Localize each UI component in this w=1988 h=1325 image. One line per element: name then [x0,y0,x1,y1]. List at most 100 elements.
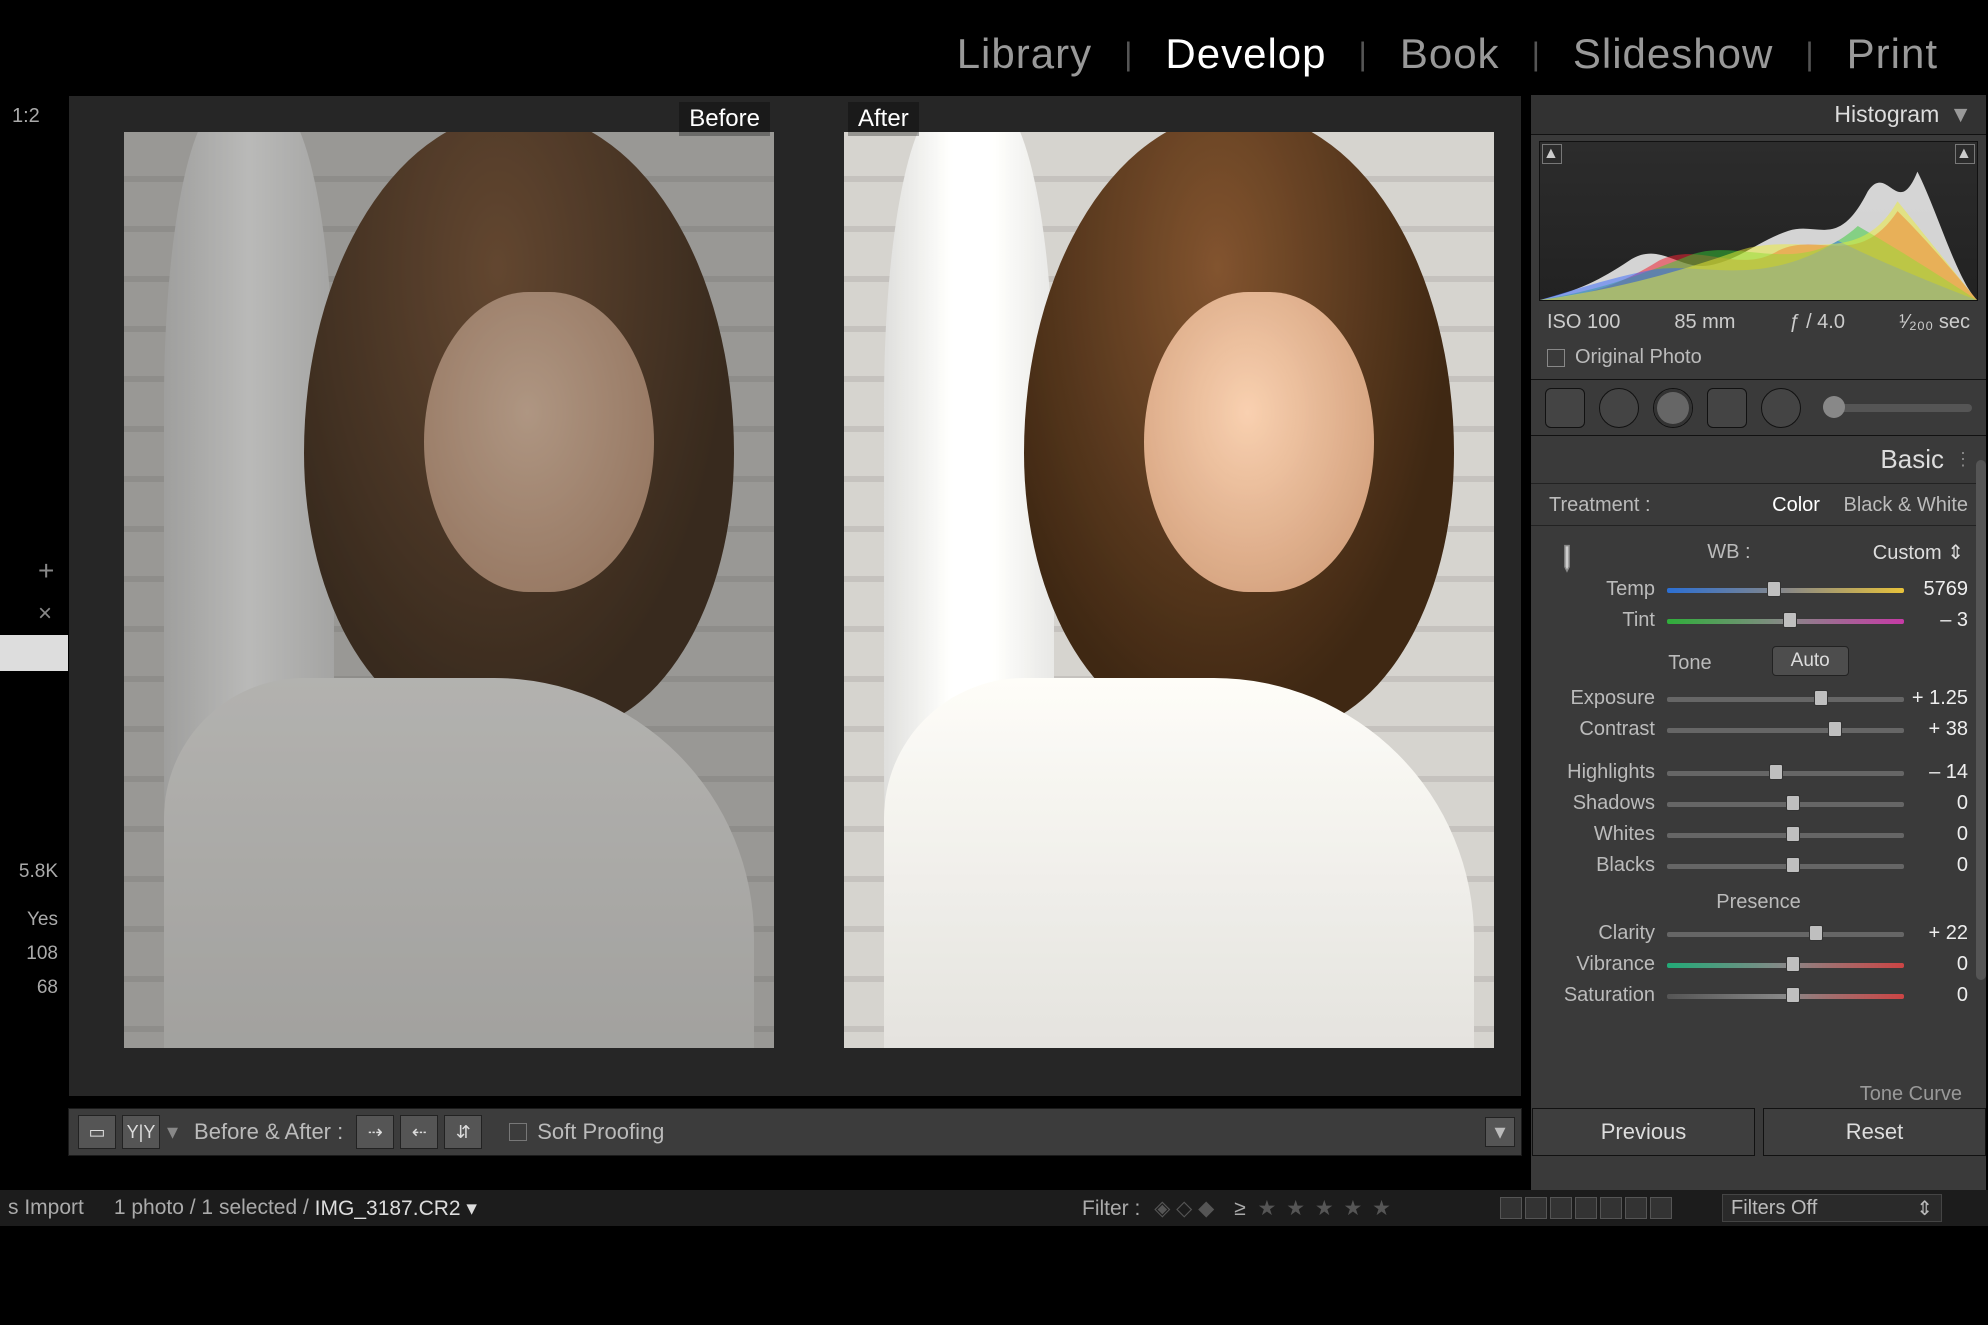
color-label-filter[interactable] [1500,1197,1672,1219]
grad-filter-tool[interactable] [1707,388,1747,428]
contrast-row: Contrast + 38 [1531,714,1986,745]
add-icon[interactable]: + [38,555,54,587]
wb-select[interactable]: Custom ⇕ [1873,540,1964,565]
temp-row: Temp 5769 [1531,574,1986,605]
zoom-ratio[interactable]: 1:2 [12,105,40,128]
shadows-value: 0 [1904,792,1968,815]
previous-button[interactable]: Previous [1532,1108,1755,1156]
treatment-bw[interactable]: Black & White [1844,494,1968,516]
navigator-strip: 1:2 + × 5.8K Yes 108 68 [0,95,68,1155]
shadows-row: Shadows 0 [1531,788,1986,819]
reset-button[interactable]: Reset [1763,1108,1986,1156]
saturation-value: 0 [1904,984,1968,1007]
before-photo [124,132,774,1048]
exif-shutter: ¹⁄₂₀₀ sec [1899,311,1970,334]
original-photo-row[interactable]: Original Photo [1531,340,1986,380]
rating-filter[interactable]: ★ ★ ★ ★ ★ [1258,1197,1393,1220]
before-label: Before [679,102,770,136]
compare-view-button[interactable]: Y|Y [122,1115,160,1149]
shadows-label: Shadows [1549,792,1667,815]
filters-off-select[interactable]: Filters Off⇕ [1722,1194,1942,1222]
exif-focal: 85 mm [1674,311,1735,334]
highlights-row: Highlights – 14 [1531,757,1986,788]
loupe-view-button[interactable]: ▭ [78,1115,116,1149]
preset-swatch[interactable] [0,635,68,671]
basic-header[interactable]: Basic⋮ [1531,436,1986,484]
exposure-value: + 1.25 [1904,687,1968,710]
tint-slider[interactable] [1667,616,1904,626]
swap-before-after-button[interactable]: ⇵ [444,1115,482,1149]
copy-before-to-after-button[interactable]: ⇢ [356,1115,394,1149]
treatment-color[interactable]: Color [1772,494,1820,516]
copy-after-to-before-button[interactable]: ⇠ [400,1115,438,1149]
local-tools-strip [1531,380,1986,436]
module-book[interactable]: Book [1400,30,1500,78]
nav-flash: Yes [0,903,58,937]
status-filename[interactable]: IMG_3187.CR2 ▾ [309,1196,477,1221]
module-library[interactable]: Library [957,30,1092,78]
histogram[interactable]: ▲ ▲ [1539,141,1978,301]
exif-row: ISO 100 85 mm ƒ / 4.0 ¹⁄₂₀₀ sec [1531,305,1986,340]
original-photo-checkbox[interactable] [1547,349,1565,367]
close-icon[interactable]: × [38,600,52,628]
saturation-row: Saturation 0 [1531,980,1986,1011]
flag-icons[interactable]: ◈ ◇ ◆ [1154,1197,1214,1220]
presence-label: Presence [1531,881,1986,918]
clarity-row: Clarity + 22 [1531,918,1986,949]
tint-row: Tint – 3 [1531,605,1986,636]
histogram-header[interactable]: Histogram▼ [1531,95,1986,135]
module-picker: Library| Develop| Book| Slideshow| Print [957,30,1938,78]
highlights-slider[interactable] [1667,768,1904,778]
after-photo [844,132,1494,1048]
soft-proof-checkbox[interactable] [509,1123,527,1141]
status-bar: s Import 1 photo / 1 selected / IMG_3187… [0,1190,1988,1226]
treatment-row: Treatment : Color Black & White [1531,484,1986,526]
saturation-label: Saturation [1549,984,1667,1007]
contrast-label: Contrast [1549,718,1667,741]
saturation-slider[interactable] [1667,991,1904,1001]
whites-slider[interactable] [1667,830,1904,840]
redeye-tool[interactable] [1653,388,1693,428]
treatment-label: Treatment : [1549,494,1651,517]
wb-row: WB : Custom ⇕ [1531,526,1986,574]
highlights-value: – 14 [1904,761,1968,784]
right-panel-scrollbar[interactable] [1976,460,1986,980]
module-develop[interactable]: Develop [1165,30,1326,78]
spot-tool[interactable] [1599,388,1639,428]
nav-iso: 108 [0,937,58,971]
tone-curve-header[interactable]: Tone Curve [1530,1083,1986,1107]
wb-eyedropper-icon[interactable] [1542,527,1593,578]
image-canvas[interactable]: Before After [68,95,1522,1097]
module-print[interactable]: Print [1847,30,1938,78]
temp-slider[interactable] [1667,585,1904,595]
navigator-meta: 5.8K Yes 108 68 [0,855,68,1005]
tint-label: Tint [1549,609,1667,632]
status-count: 1 photo / 1 selected / [114,1196,309,1220]
clarity-value: + 22 [1904,922,1968,945]
blacks-value: 0 [1904,854,1968,877]
contrast-slider[interactable] [1667,725,1904,735]
clarity-slider[interactable] [1667,929,1904,939]
shadows-slider[interactable] [1667,799,1904,809]
temp-value: 5769 [1904,578,1968,601]
develop-toolbar: ▭ Y|Y ▾ Before & After : ⇢ ⇠ ⇵ Soft Proo… [68,1108,1522,1156]
blacks-label: Blacks [1549,854,1667,877]
vibrance-value: 0 [1904,953,1968,976]
module-slideshow[interactable]: Slideshow [1573,30,1773,78]
blacks-slider[interactable] [1667,861,1904,871]
filter-label: Filter : ◈ ◇ ◆ ≥ ★ ★ ★ ★ ★ [1082,1196,1393,1221]
exif-aperture: ƒ / 4.0 [1789,311,1845,334]
tone-label: Tone [1668,642,1711,679]
after-image: After [844,96,1494,1048]
crop-tool[interactable] [1545,388,1585,428]
auto-tone-button[interactable]: Auto [1772,646,1849,676]
contrast-value: + 38 [1904,718,1968,741]
before-image: Before [124,96,774,1048]
vibrance-slider[interactable] [1667,960,1904,970]
soft-proof-label: Soft Proofing [537,1119,664,1145]
blacks-row: Blacks 0 [1531,850,1986,881]
toolbar-menu-button[interactable]: ▾ [1485,1117,1515,1147]
brush-tool[interactable] [1823,404,1972,412]
radial-filter-tool[interactable] [1761,388,1801,428]
exposure-slider[interactable] [1667,694,1904,704]
